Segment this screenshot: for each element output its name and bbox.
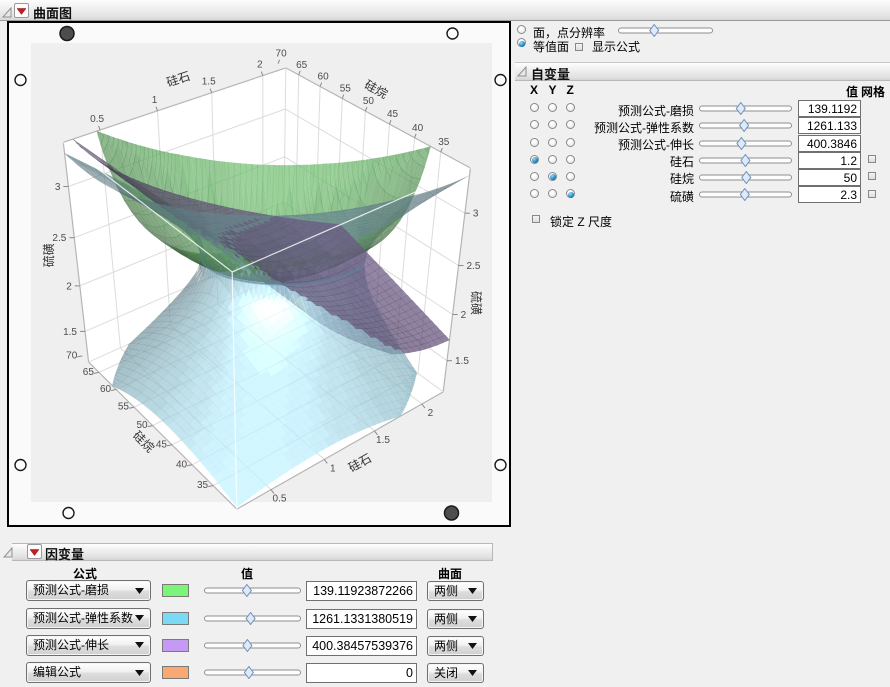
svg-text:1: 1 <box>152 95 158 106</box>
svg-text:硫磺: 硫磺 <box>469 291 484 315</box>
svg-text:1.5: 1.5 <box>202 77 216 88</box>
svg-text:3: 3 <box>473 209 479 220</box>
svg-text:65: 65 <box>83 367 95 378</box>
svg-text:35: 35 <box>197 480 209 491</box>
svg-text:2.5: 2.5 <box>52 233 66 244</box>
svg-text:40: 40 <box>412 123 424 134</box>
svg-text:40: 40 <box>176 459 188 470</box>
svg-text:1.5: 1.5 <box>455 356 469 367</box>
svg-text:1: 1 <box>330 463 336 474</box>
svg-text:2: 2 <box>257 60 263 71</box>
svg-text:55: 55 <box>340 84 352 95</box>
svg-text:1.5: 1.5 <box>63 327 77 338</box>
svg-text:2.5: 2.5 <box>467 261 481 272</box>
svg-text:45: 45 <box>156 439 168 450</box>
svg-text:50: 50 <box>363 96 375 107</box>
svg-text:35: 35 <box>438 137 450 148</box>
svg-text:45: 45 <box>387 109 399 120</box>
svg-text:2: 2 <box>461 310 467 321</box>
svg-text:70: 70 <box>276 49 288 60</box>
svg-text:0.5: 0.5 <box>90 114 104 125</box>
svg-text:0.5: 0.5 <box>273 494 287 505</box>
svg-text:60: 60 <box>318 72 330 83</box>
svg-text:2: 2 <box>66 281 72 292</box>
svg-text:1.5: 1.5 <box>376 435 390 446</box>
svg-text:70: 70 <box>66 350 78 361</box>
svg-text:硫磺: 硫磺 <box>41 243 56 267</box>
svg-text:65: 65 <box>296 60 308 71</box>
svg-text:55: 55 <box>118 402 130 413</box>
svg-text:60: 60 <box>100 384 112 395</box>
svg-text:3: 3 <box>55 182 61 193</box>
svg-text:2: 2 <box>428 408 434 419</box>
